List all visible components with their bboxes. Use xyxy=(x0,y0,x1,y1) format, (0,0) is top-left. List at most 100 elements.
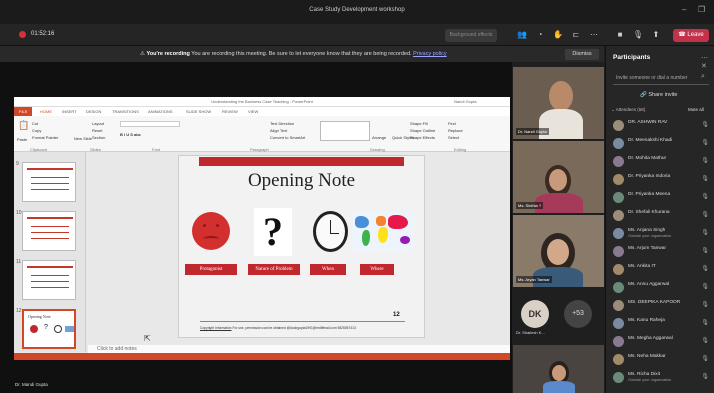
share-invite-label: Share invite xyxy=(648,92,678,98)
shape-effects-button[interactable]: Shape Effects xyxy=(410,135,435,140)
attendees-header[interactable]: ⌄ Attendees (58) xyxy=(611,107,645,113)
footer-text: For use, permission can be obtained @doc… xyxy=(231,326,356,330)
video-tile-3[interactable]: Ms. Aryan Tanwar xyxy=(513,215,604,287)
mic-muted-icon: 🎙 xyxy=(701,158,709,164)
layout-button[interactable]: Layout xyxy=(92,121,104,126)
background-effects-button[interactable]: Background effects xyxy=(445,29,497,42)
paste-icon[interactable]: 📋 xyxy=(18,120,29,131)
video-tile-4[interactable] xyxy=(513,345,604,393)
align-text-button[interactable]: Align Text xyxy=(270,128,287,133)
thumb-number: 11 xyxy=(16,259,22,265)
attendees-label: Attendees (58) xyxy=(615,107,646,112)
participant-name: Ms. Ankita IT xyxy=(628,264,656,269)
slide-thumbnail-9[interactable] xyxy=(22,162,76,202)
panel-more-icon[interactable]: ⋯ ✕ xyxy=(701,54,714,70)
participant-row[interactable]: DR. ASHWIN RAV 🎙 xyxy=(613,118,709,134)
participant-row[interactable]: Dr. Meenakshi Khadi 🎙 xyxy=(613,136,709,152)
mic-icon[interactable]: 🎙 xyxy=(632,29,644,41)
dismiss-button[interactable]: Dismiss xyxy=(565,49,599,60)
shape-fill-button[interactable]: Shape Fill xyxy=(410,121,428,126)
mic-muted-icon: 🎙 xyxy=(701,374,709,380)
mute-all-button[interactable]: Mute all xyxy=(688,107,704,112)
participant-note: Outside your organization xyxy=(628,234,672,238)
new-slide-button[interactable]: New Slide xyxy=(74,136,92,141)
participant-row[interactable]: Ms. Kanu Raheja 🎙 xyxy=(613,316,709,332)
share-screen-icon[interactable]: ⬆ xyxy=(650,29,662,41)
tab-file[interactable]: FILE xyxy=(14,107,33,116)
camera-icon[interactable]: ■ xyxy=(614,29,626,41)
tab-insert[interactable]: INSERT xyxy=(62,109,77,114)
arrange-button[interactable]: Arrange xyxy=(372,135,386,140)
paste-button[interactable]: Paste xyxy=(17,137,27,142)
tab-slide-show[interactable]: SLIDE SHOW xyxy=(186,109,211,114)
participant-avatar-dk[interactable]: DK xyxy=(521,300,549,328)
slide-thumbnail-10[interactable] xyxy=(22,211,76,251)
find-button[interactable]: Find xyxy=(448,121,456,126)
participant-row[interactable]: Dr. Mohita Mathur 🎙 xyxy=(613,154,709,170)
section-button[interactable]: Section xyxy=(92,135,105,140)
select-button[interactable]: Select xyxy=(448,135,459,140)
group-slides: Slides xyxy=(90,147,101,152)
participant-name: MS. DEEPIKA KAPOOR xyxy=(628,300,681,305)
reset-button[interactable]: Reset xyxy=(92,128,102,133)
group-drawing: Drawing xyxy=(370,147,385,152)
slide-page-number: 12 xyxy=(393,312,400,318)
tab-review[interactable]: REVIEW xyxy=(222,109,238,114)
cut-button[interactable]: Cut xyxy=(32,121,38,126)
participant-row[interactable]: Ms. Arjum Tanwar 🎙 xyxy=(613,244,709,260)
rooms-icon[interactable]: ⊏ xyxy=(570,29,582,41)
copy-button[interactable]: Copy xyxy=(32,128,41,133)
video-tile-2[interactable]: Ms. Sinthia ? xyxy=(513,141,604,213)
participant-row[interactable]: Ms. Annu Aggarwal 🎙 xyxy=(613,280,709,296)
shapes-gallery[interactable] xyxy=(320,121,370,141)
footer-divider xyxy=(200,321,405,322)
tab-design[interactable]: DESIGN xyxy=(86,109,101,114)
leave-button[interactable]: ☎ Leave xyxy=(673,29,709,42)
avatar xyxy=(613,336,624,347)
avatar xyxy=(613,228,624,239)
participant-row[interactable]: Ms. Richa Dixit Outside your organization… xyxy=(613,370,709,386)
privacy-policy-link[interactable]: Privacy policy xyxy=(413,51,447,57)
tab-animations[interactable]: ANIMATIONS xyxy=(148,109,173,114)
participant-row[interactable]: Dr. Shefali Khurana 🎙 xyxy=(613,208,709,224)
font-name-select[interactable] xyxy=(120,121,180,127)
participant-row[interactable]: MS. DEEPIKA KAPOOR 🎙 xyxy=(613,298,709,314)
invite-input[interactable]: Invite someone or dial a number xyxy=(613,71,709,85)
slide-thumbnail-12[interactable]: Opening Note ? xyxy=(22,309,76,349)
tab-view[interactable]: VIEW xyxy=(248,109,258,114)
participant-name: Ms. Annu Aggarwal xyxy=(628,282,670,287)
powerpoint-titlebar: Understanding the Business Case Teaching… xyxy=(14,97,510,107)
notes-pane[interactable] xyxy=(88,345,510,353)
slide-thumbnail-11[interactable] xyxy=(22,260,76,300)
restore-icon[interactable]: ❐ xyxy=(698,5,705,14)
replace-button[interactable]: Replace xyxy=(448,128,463,133)
tile-name: Ms. Sinthia ? xyxy=(516,202,544,209)
participant-row[interactable]: Ms. Anjana Singh Outside your organizatio… xyxy=(613,226,709,242)
notes-placeholder[interactable]: Click to add notes xyxy=(97,346,137,352)
participant-name: Ms. Anjana Singh xyxy=(628,228,666,233)
convert-smartart-button[interactable]: Convert to SmartArt xyxy=(270,135,305,140)
shape-outline-button[interactable]: Shape Outline xyxy=(410,128,435,133)
format-painter-button[interactable]: Format Painter xyxy=(32,135,58,140)
chat-icon[interactable]: ◔ xyxy=(534,29,546,41)
participant-row[interactable]: Ms. Megha Aggarwal 🎙 xyxy=(613,334,709,350)
participant-row[interactable]: Dr. Priyanka Indoria 🎙 xyxy=(613,172,709,188)
text-direction-button[interactable]: Text Direction xyxy=(270,121,294,126)
participant-row[interactable]: Ms. Ankita IT 🎙 xyxy=(613,262,709,278)
tab-transitions[interactable]: TRANSITIONS xyxy=(112,109,139,114)
participants-icon[interactable]: 👥 xyxy=(516,29,528,41)
label-nature-of-problem: Nature of Problem xyxy=(248,264,300,275)
overflow-participants-button[interactable]: +53 xyxy=(564,300,592,328)
share-invite-button[interactable]: 🔗 Share invite xyxy=(640,92,677,98)
participant-name: Ms. Kanu Raheja xyxy=(628,318,665,323)
raise-hand-icon[interactable]: ✋ xyxy=(552,29,564,41)
minimize-icon[interactable]: – xyxy=(682,5,686,14)
font-format-buttons[interactable]: B I U S abc xyxy=(120,132,141,137)
video-tile-1[interactable]: Dr. Nandi Gupta xyxy=(513,67,604,139)
participant-row[interactable]: Dr. Priyanka Meena 🎙 xyxy=(613,190,709,206)
tab-home[interactable]: HOME xyxy=(40,109,52,114)
avatar xyxy=(613,210,624,221)
more-options-icon[interactable]: ⋯ xyxy=(588,29,600,41)
participant-row[interactable]: Ms. Neha Makkar 🎙 xyxy=(613,352,709,368)
thumb-number: 10 xyxy=(16,210,22,216)
